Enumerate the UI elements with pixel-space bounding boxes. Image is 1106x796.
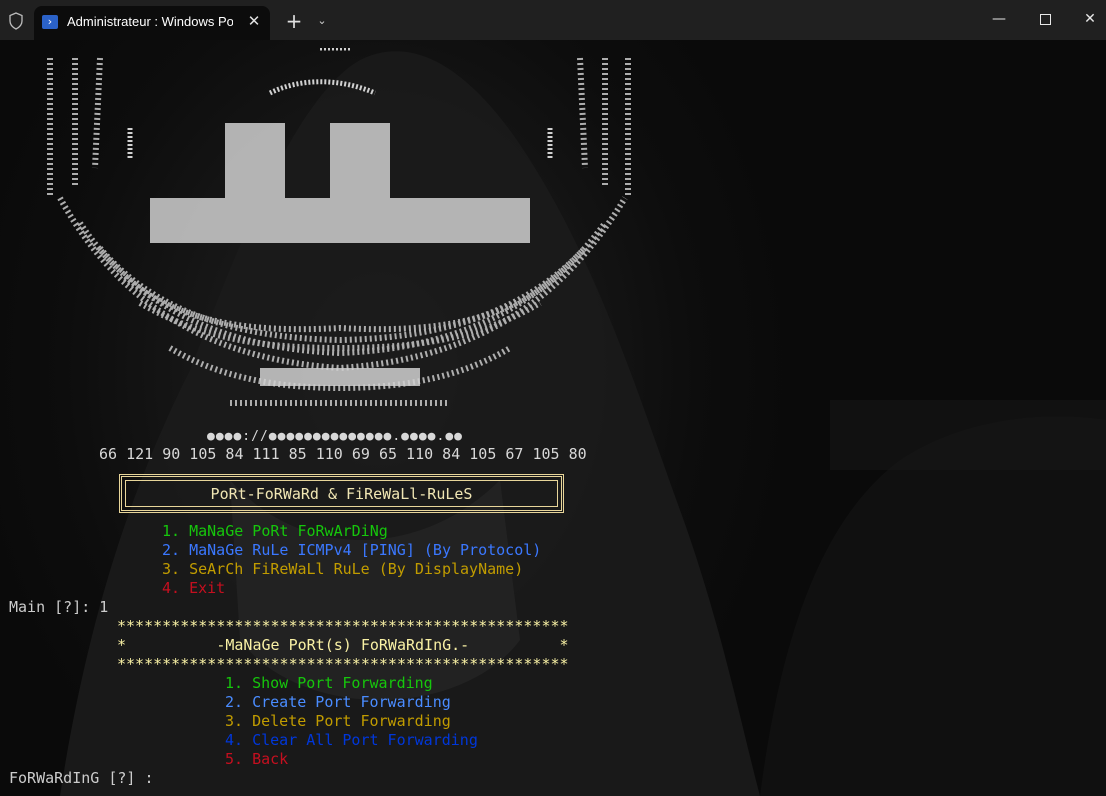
sub-menu-item-2: 2. Create Port Forwarding — [225, 693, 451, 712]
menu-label: Create Port Forwarding — [252, 693, 451, 711]
sub-menu-item-5: 5. Back — [225, 750, 288, 769]
title-banner: PoRt-FoRWaRd & FiReWaLl-RuLeS — [119, 474, 564, 513]
close-tab-icon[interactable]: ✕ — [243, 10, 265, 32]
sub-menu-item-1: 1. Show Port Forwarding — [225, 674, 433, 693]
url-text: ●●●●://●●●●●●●●●●●●●●.●●●●.●● — [207, 429, 463, 444]
shield-icon[interactable] — [8, 12, 24, 30]
menu-label: SeArCh FiReWaLl RuLe (By DisplayName) — [189, 560, 524, 578]
powershell-icon: › — [42, 15, 58, 29]
menu-num: 3. — [225, 712, 244, 730]
menu-label: Exit — [189, 579, 226, 597]
main-menu-item-4: 4. Exit — [162, 579, 225, 598]
menu-num: 2. — [225, 693, 244, 711]
stars-top: ****************************************… — [117, 617, 569, 635]
maximize-button[interactable] — [1022, 0, 1068, 38]
menu-label: MaNaGe RuLe ICMPv4 [PING] (By Protocol) — [189, 541, 542, 559]
menu-label: Back — [252, 750, 289, 768]
menu-label: MaNaGe PoRt FoRwArDiNg — [189, 522, 388, 540]
menu-num: 1. — [162, 522, 181, 540]
menu-num: 5. — [225, 750, 244, 768]
minimize-button[interactable]: — — [976, 0, 1022, 38]
maximize-icon — [1039, 13, 1051, 25]
ascii-art-mask — [47, 48, 631, 406]
main-menu-item-3: 3. SeArCh FiReWaLl RuLe (By DisplayName) — [162, 560, 523, 579]
banner-title: PoRt-FoRWaRd & FiReWaLl-RuLeS — [210, 485, 473, 503]
sub-menu-item-4: 4. Clear All Port Forwarding — [225, 731, 478, 750]
menu-label: Delete Port Forwarding — [252, 712, 451, 730]
tab-powershell[interactable]: › Administrateur : Windows Pov ✕ — [34, 6, 270, 40]
terminal-content[interactable]: ●●●●://●●●●●●●●●●●●●●.●●●●.●● 66 121 90 … — [0, 40, 1106, 796]
new-tab-button[interactable]: + — [282, 9, 306, 33]
forwarding-prompt[interactable]: FoRWaRdInG [?] : — [9, 769, 154, 788]
ascii-numbers: 66 121 90 105 84 111 85 110 69 65 110 84… — [99, 445, 587, 463]
main-menu-item-2: 2. MaNaGe RuLe ICMPv4 [PING] (By Protoco… — [162, 541, 541, 560]
menu-label: Clear All Port Forwarding — [252, 731, 478, 749]
menu-num: 4. — [162, 579, 181, 597]
menu-num: 3. — [162, 560, 181, 578]
tab-title: Administrateur : Windows Pov — [67, 14, 233, 29]
terminal-window: › Administrateur : Windows Pov ✕ + ⌄ — ✕ — [0, 0, 1106, 796]
title-bar: › Administrateur : Windows Pov ✕ + ⌄ — ✕ — [0, 0, 1106, 41]
close-window-button[interactable]: ✕ — [1067, 0, 1106, 38]
submenu-title: * -MaNaGe PoRt(s) FoRWaRdInG.- * — [117, 636, 569, 654]
menu-label: Show Port Forwarding — [252, 674, 433, 692]
main-prompt: Main [?]: 1 — [9, 598, 109, 616]
stars-bottom: ****************************************… — [117, 655, 569, 673]
chevron-down-icon[interactable]: ⌄ — [311, 10, 333, 32]
main-menu-item-1: 1. MaNaGe PoRt FoRwArDiNg — [162, 522, 388, 541]
menu-num: 4. — [225, 731, 244, 749]
sub-menu-item-3: 3. Delete Port Forwarding — [225, 712, 451, 731]
menu-num: 2. — [162, 541, 181, 559]
menu-num: 1. — [225, 674, 244, 692]
